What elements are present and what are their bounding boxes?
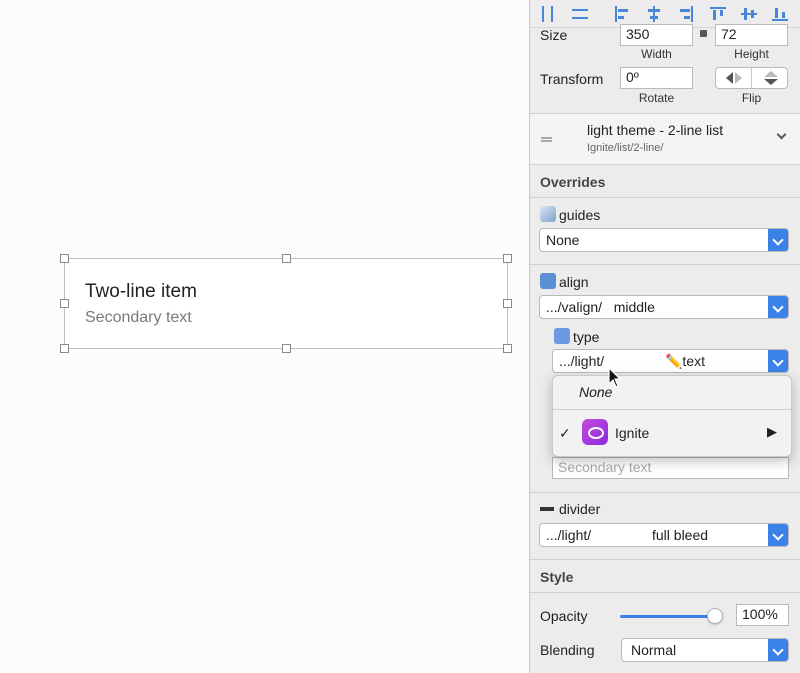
divider-select[interactable]: .../light/full bleed: [539, 523, 789, 547]
style-title: Style: [540, 569, 574, 585]
symbol-icon: [541, 137, 552, 139]
opacity-slider[interactable]: [620, 608, 723, 624]
divider: [530, 264, 800, 265]
divider: [530, 592, 800, 593]
blending-label: Blending: [540, 642, 595, 658]
menu-item-ignite[interactable]: Ignite: [615, 425, 649, 441]
resize-handle-bottom[interactable]: [282, 344, 291, 353]
opacity-label: Opacity: [540, 608, 588, 624]
triangle-ruler-icon: [540, 206, 556, 222]
align-right-icon[interactable]: [678, 6, 694, 22]
item-title: Two-line item: [85, 281, 197, 302]
design-canvas[interactable]: Two-line item Secondary text: [0, 0, 529, 673]
distribute-vertical-icon[interactable]: [572, 6, 588, 22]
rotate-label: Rotate: [638, 91, 675, 105]
height-label: Height: [734, 47, 769, 61]
resize-handle-top[interactable]: [282, 254, 291, 263]
guides-select[interactable]: None: [539, 228, 789, 252]
resize-handle-bottom-left[interactable]: [60, 344, 69, 353]
align-bottom-icon[interactable]: [772, 6, 788, 22]
item-subtitle: Secondary text: [85, 309, 192, 326]
width-label: Width: [641, 47, 672, 61]
up-down-arrow-icon: [540, 273, 556, 289]
chevron-down-icon: [768, 524, 788, 546]
symbol-name: light theme - 2-line list: [587, 122, 724, 138]
transform-label: Transform: [540, 71, 604, 87]
align-left-icon[interactable]: [614, 6, 630, 22]
up-down-chevron-icon: [768, 639, 788, 661]
selected-symbol-instance[interactable]: Two-line item Secondary text: [64, 258, 508, 349]
ignite-app-icon: [582, 419, 608, 445]
resize-handle-bottom-right[interactable]: [503, 344, 512, 353]
align-select[interactable]: .../valign/ middle: [539, 295, 789, 319]
submenu-arrow-icon: ▶: [767, 424, 777, 439]
chevron-down-icon: [768, 229, 788, 251]
resize-handle-left[interactable]: [60, 299, 69, 308]
flip-horizontal-icon[interactable]: [716, 68, 752, 88]
chevron-down-icon[interactable]: [776, 129, 787, 140]
rotate-field[interactable]: 0º: [620, 67, 693, 89]
opacity-slider-fill: [620, 615, 715, 618]
divider: [530, 164, 800, 165]
menu-separator: [553, 409, 791, 410]
overrides-title: Overrides: [540, 174, 606, 190]
minus-icon: [540, 507, 554, 511]
opacity-slider-knob[interactable]: [707, 608, 723, 624]
opacity-field[interactable]: 100%: [736, 604, 789, 626]
symbol-override-menu: None ✓ Ignite ▶: [552, 375, 792, 457]
mouse-cursor-icon: [608, 367, 622, 388]
type-label: type: [554, 328, 599, 345]
height-field[interactable]: 72: [715, 24, 788, 46]
chevron-down-icon: [768, 350, 788, 372]
resize-handle-right[interactable]: [503, 299, 512, 308]
align-label: align: [540, 273, 589, 290]
blending-select[interactable]: Normal: [621, 638, 789, 662]
divider: [530, 559, 800, 560]
flip-vertical-icon[interactable]: [753, 68, 787, 88]
symbol-path: Ignite/list/2-line/: [587, 142, 664, 154]
guides-label: guides: [540, 206, 600, 223]
checkmark-icon: ✓: [559, 425, 571, 441]
flip-label: Flip: [741, 91, 762, 105]
flip-control: [715, 67, 788, 89]
secondary-text-field[interactable]: Secondary text: [552, 457, 789, 479]
symbol-header[interactable]: light theme - 2-line list Ignite/list/2-…: [530, 114, 800, 164]
type-select[interactable]: .../light/✏️text: [552, 349, 789, 373]
chevron-down-icon: [768, 296, 788, 318]
divider-label: divider: [540, 501, 600, 517]
divider: [530, 492, 800, 493]
width-field[interactable]: 350: [620, 24, 693, 46]
distribute-horizontal-icon[interactable]: [540, 6, 556, 22]
abcd-icon: [554, 328, 570, 344]
lock-icon[interactable]: [700, 30, 707, 37]
align-middle-icon[interactable]: [741, 6, 757, 22]
resize-handle-top-left[interactable]: [60, 254, 69, 263]
size-label: Size: [540, 27, 568, 43]
align-top-icon[interactable]: [710, 6, 726, 22]
inspector-panel: Size 350 72 Width Height Transform 0º Ro…: [529, 0, 800, 673]
divider: [530, 197, 800, 198]
resize-handle-top-right[interactable]: [503, 254, 512, 263]
align-center-horizontal-icon[interactable]: [646, 6, 662, 22]
